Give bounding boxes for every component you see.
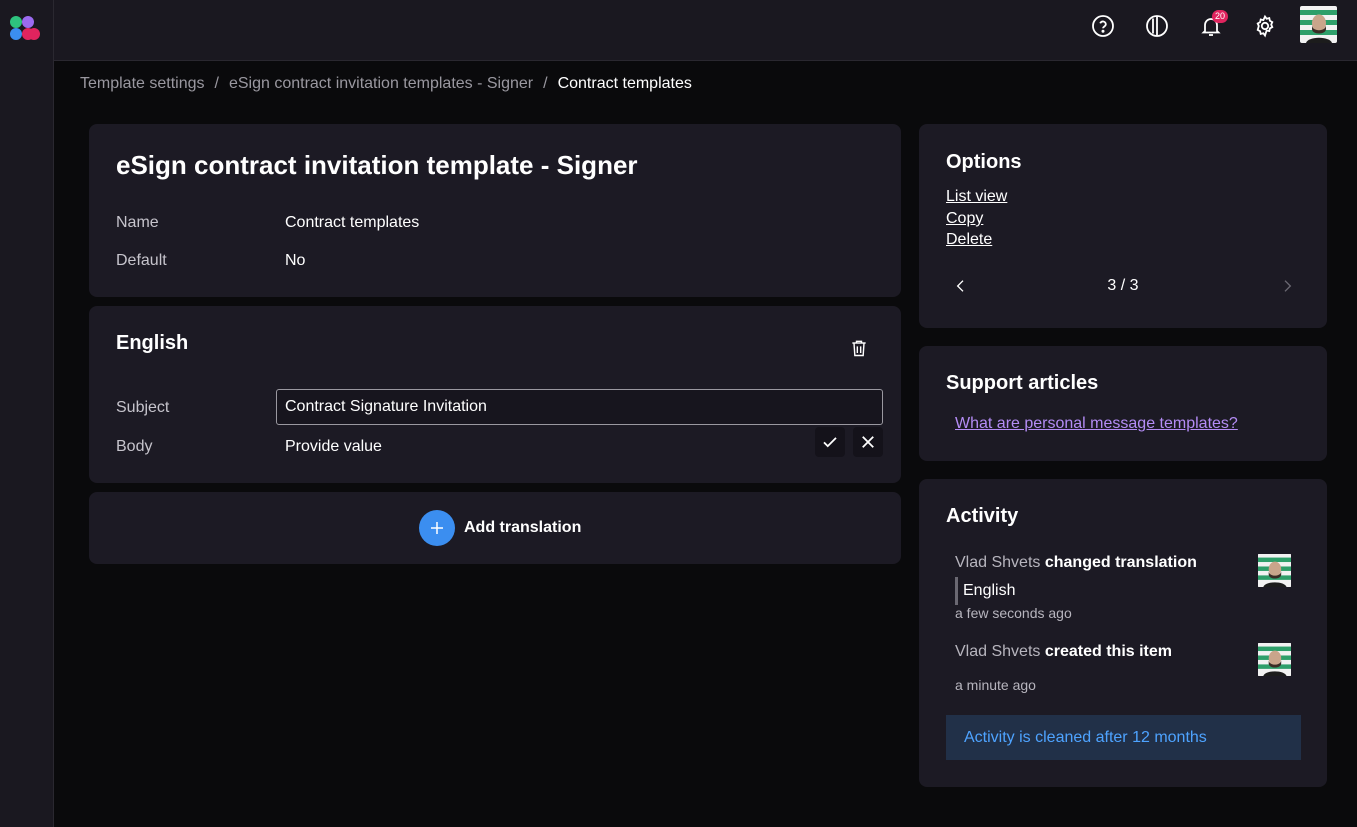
subject-label: Subject <box>116 399 170 416</box>
translation-card: English Subject Body Provide value <box>89 306 901 483</box>
activity-detail: English <box>955 577 1015 605</box>
page-title: eSign contract invitation template - Sig… <box>116 150 638 180</box>
trash-icon[interactable] <box>844 333 874 363</box>
name-value: Contract templates <box>285 214 420 231</box>
gear-icon[interactable] <box>1251 12 1279 40</box>
activity-avatar <box>1257 554 1292 587</box>
breadcrumb-template-settings[interactable]: Template settings <box>80 75 205 93</box>
breadcrumb-separator: / <box>543 75 548 92</box>
translation-language-title: English <box>116 332 189 354</box>
app-logo-icon[interactable] <box>8 14 40 46</box>
body-value[interactable]: Provide value <box>285 438 382 456</box>
pager-indicator: 3 / 3 <box>1107 277 1139 294</box>
add-translation-button[interactable]: Add translation <box>419 510 581 546</box>
breadcrumb-esign-templates[interactable]: eSign contract invitation templates - Si… <box>229 75 533 93</box>
notification-count-badge: 20 <box>1212 10 1229 23</box>
options-card: Options List view Copy Delete 3 / 3 <box>919 124 1327 328</box>
breadcrumb: Template settings / eSign contract invit… <box>80 74 692 94</box>
add-translation-card: Add translation <box>89 492 901 564</box>
support-title: Support articles <box>946 372 1099 394</box>
breadcrumb-current: Contract templates <box>557 75 692 92</box>
activity-avatar <box>1257 643 1292 676</box>
support-articles-card: Support articles What are personal messa… <box>919 346 1327 461</box>
help-circle-icon[interactable] <box>1089 12 1117 40</box>
activity-time: a minute ago <box>955 677 1036 693</box>
default-value: No <box>285 252 306 269</box>
activity-action: changed translation <box>1044 554 1197 571</box>
plus-icon <box>419 510 455 546</box>
activity-user[interactable]: Vlad Shvets <box>955 554 1040 571</box>
support-article-link[interactable]: What are personal message templates? <box>955 415 1238 433</box>
add-translation-label: Add translation <box>464 519 582 536</box>
activity-item-2: Vlad Shvets created this item <box>955 643 1172 661</box>
default-label: Default <box>116 252 167 269</box>
chevron-right-icon[interactable] <box>1275 274 1299 298</box>
check-icon[interactable] <box>815 427 845 457</box>
copy-link[interactable]: Copy <box>946 210 983 228</box>
contrast-icon[interactable] <box>1143 12 1171 40</box>
name-label: Name <box>116 214 159 231</box>
subject-input[interactable] <box>276 389 883 425</box>
bell-icon[interactable]: 20 <box>1197 10 1229 40</box>
body-label: Body <box>116 438 153 455</box>
options-title: Options <box>946 151 1022 173</box>
left-sidebar <box>0 0 54 827</box>
activity-user[interactable]: Vlad Shvets <box>955 643 1040 660</box>
breadcrumb-separator: / <box>214 75 219 92</box>
activity-action: created this item <box>1044 643 1172 660</box>
template-details-card: eSign contract invitation template - Sig… <box>89 124 901 297</box>
activity-retention-notice: Activity is cleaned after 12 months <box>946 715 1301 760</box>
user-avatar[interactable] <box>1300 6 1337 43</box>
activity-time: a few seconds ago <box>955 605 1072 621</box>
activity-card: Activity Vlad Shvets changed translation… <box>919 479 1327 787</box>
delete-link[interactable]: Delete <box>946 231 992 249</box>
top-bar: 20 <box>54 0 1357 61</box>
activity-item-1: Vlad Shvets changed translation <box>955 554 1197 572</box>
list-view-link[interactable]: List view <box>946 188 1007 206</box>
close-icon[interactable] <box>853 427 883 457</box>
activity-title: Activity <box>946 505 1019 527</box>
